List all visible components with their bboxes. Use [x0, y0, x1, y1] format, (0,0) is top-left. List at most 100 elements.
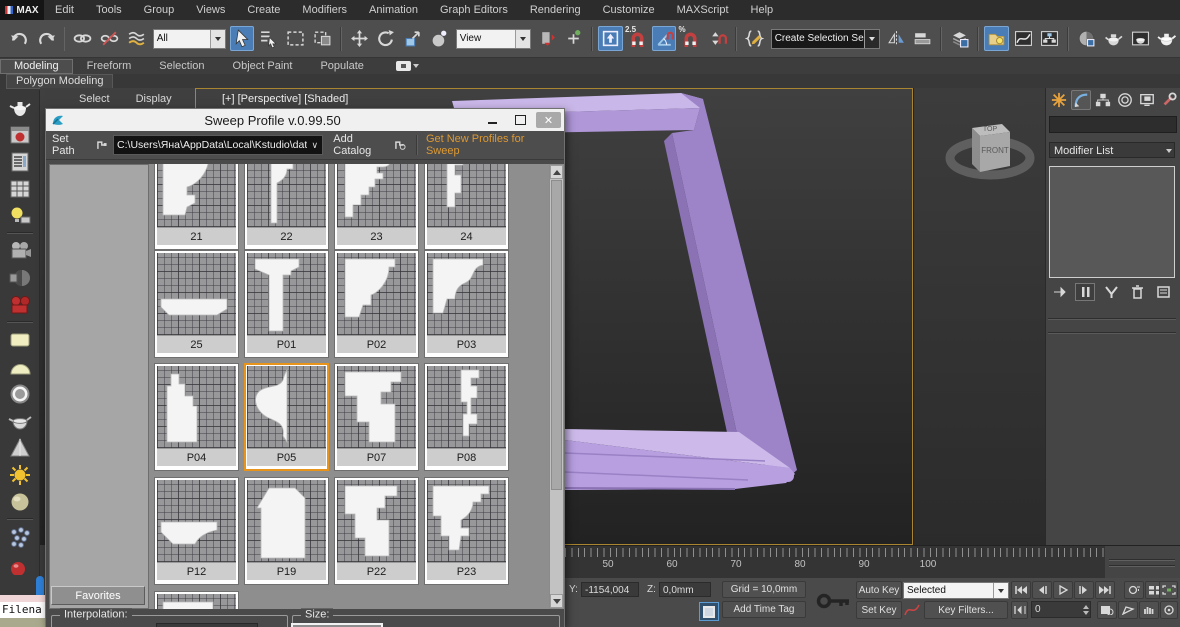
- percent-snap-icon[interactable]: %: [678, 26, 703, 51]
- pin-stack-icon[interactable]: [1049, 283, 1069, 301]
- bind-to-space-warp-icon[interactable]: [124, 26, 149, 51]
- snaps-toggle-icon[interactable]: 2.5: [625, 26, 650, 51]
- use-pivot-point-icon[interactable]: [535, 26, 560, 51]
- render-production-icon[interactable]: [1154, 26, 1179, 51]
- menu-create[interactable]: Create: [236, 0, 291, 20]
- sphere-shape-icon[interactable]: [5, 488, 35, 515]
- profile-cell-23[interactable]: 23: [334, 164, 419, 250]
- close-button[interactable]: ✕: [536, 112, 561, 128]
- show-end-result-icon[interactable]: [1075, 283, 1095, 301]
- profile-cell-p07[interactable]: P07: [334, 363, 419, 471]
- explorer-menu-display[interactable]: Display: [136, 93, 172, 105]
- hierarchy-panel-tab[interactable]: [1093, 90, 1113, 110]
- cone-shape-icon[interactable]: [5, 434, 35, 461]
- set-path-button[interactable]: Set Path: [46, 133, 113, 157]
- select-and-rotate-icon[interactable]: [373, 26, 398, 51]
- edit-named-selection-sets-icon[interactable]: [742, 26, 767, 51]
- menu-tools[interactable]: Tools: [85, 0, 133, 20]
- maxscript-listener-pink-line[interactable]: [0, 595, 45, 602]
- tab-polygon-modeling[interactable]: Polygon Modeling: [6, 74, 113, 89]
- profile-cell-24[interactable]: 24: [424, 164, 509, 250]
- timeline-ruler[interactable]: 5060708090100: [565, 545, 1105, 579]
- remove-modifier-icon[interactable]: [1127, 283, 1147, 301]
- maximize-viewport-toggle-icon[interactable]: [1159, 581, 1178, 599]
- orbit-icon[interactable]: [1160, 601, 1178, 619]
- menu-edit[interactable]: Edit: [44, 0, 85, 20]
- named-selection-sets-dropdown[interactable]: Create Selection Se: [771, 29, 880, 49]
- keyboard-shortcut-override-icon[interactable]: [598, 26, 623, 51]
- maximize-button[interactable]: [508, 112, 533, 128]
- next-frame-button[interactable]: [1074, 581, 1094, 599]
- spinner-snap-icon[interactable]: [705, 26, 730, 51]
- sun-icon[interactable]: [5, 461, 35, 488]
- make-unique-icon[interactable]: [1101, 283, 1121, 301]
- modifier-list-dropdown[interactable]: Modifier List: [1049, 142, 1175, 158]
- favorites-button[interactable]: Favorites: [51, 586, 145, 605]
- select-and-link-icon[interactable]: [70, 26, 95, 51]
- current-frame-field[interactable]: 0: [1031, 601, 1091, 618]
- path-dropdown-arrow[interactable]: ∨: [307, 140, 322, 151]
- menu-modifiers[interactable]: Modifiers: [291, 0, 358, 20]
- pan-hand-icon[interactable]: [1139, 601, 1159, 619]
- select-object-icon[interactable]: [230, 26, 255, 51]
- profile-cell-p22[interactable]: P22: [334, 477, 419, 585]
- dome-shape-icon[interactable]: [5, 353, 35, 380]
- profile-path-dropdown[interactable]: C:\Users\Яна\AppData\Local\Kstudio\dat ∨: [113, 135, 323, 155]
- camera-red-icon[interactable]: [5, 291, 35, 318]
- modify-panel-tab[interactable]: [1071, 90, 1091, 110]
- key-filters-button[interactable]: Key Filters...: [924, 601, 1008, 619]
- selection-set-dropdown[interactable]: Selected: [903, 582, 1009, 599]
- motion-panel-tab[interactable]: [1115, 90, 1135, 110]
- rendered-frame-window-icon[interactable]: [1128, 26, 1153, 51]
- minimize-button[interactable]: [480, 112, 505, 128]
- layer-manager-icon[interactable]: [947, 26, 972, 51]
- select-and-manipulate-icon[interactable]: [561, 26, 586, 51]
- mirror-icon[interactable]: [884, 26, 909, 51]
- menu-rendering[interactable]: Rendering: [519, 0, 592, 20]
- camera-icon[interactable]: [5, 237, 35, 264]
- select-and-move-icon[interactable]: [347, 26, 372, 51]
- teapot-icon[interactable]: [5, 94, 35, 121]
- redo-icon[interactable]: [34, 26, 59, 51]
- y-coordinate-field[interactable]: -1154,004: [581, 582, 639, 597]
- add-time-tag-button[interactable]: Add Time Tag: [722, 601, 806, 618]
- ribbon-tab-object-paint[interactable]: Object Paint: [219, 59, 307, 74]
- profile-cell-p02[interactable]: P02: [334, 250, 419, 358]
- object-name-field[interactable]: [1049, 116, 1177, 133]
- application-menu-button[interactable]: MAX: [0, 0, 44, 20]
- set-keys-button[interactable]: [815, 585, 853, 618]
- select-by-name-icon[interactable]: [256, 26, 281, 51]
- profile-cell-p04[interactable]: P04: [154, 363, 239, 471]
- viewport-label[interactable]: [+] [Perspective] [Shaded]: [222, 93, 348, 105]
- angle-snap-icon[interactable]: [652, 26, 677, 51]
- profile-cell-p05[interactable]: P05: [244, 363, 329, 471]
- go-to-end-button[interactable]: [1095, 581, 1115, 599]
- zoom-region-icon[interactable]: [1118, 601, 1138, 619]
- profile-cell[interactable]: [154, 591, 239, 609]
- undo-icon[interactable]: [7, 26, 32, 51]
- menu-animation[interactable]: Animation: [358, 0, 429, 20]
- profile-grid-scrollbar[interactable]: [549, 164, 564, 609]
- align-icon[interactable]: [910, 26, 935, 51]
- selection-filter-dropdown[interactable]: All: [153, 29, 226, 49]
- rectangle-shape-icon[interactable]: [5, 326, 35, 353]
- auto-key-button[interactable]: Auto Key: [856, 581, 902, 599]
- maxscript-listener-line[interactable]: Filena: [0, 602, 45, 618]
- curve-editor-icon[interactable]: [1011, 26, 1036, 51]
- material-window-icon[interactable]: [5, 121, 35, 148]
- frame-spinner[interactable]: [1083, 602, 1091, 617]
- profile-cell-21[interactable]: 21: [154, 164, 239, 250]
- go-to-start-button[interactable]: [1011, 581, 1031, 599]
- profile-cell-p19[interactable]: P19: [244, 477, 329, 585]
- grid-setting-display[interactable]: Grid = 10,0mm: [722, 581, 806, 598]
- create-panel-tab[interactable]: [1049, 90, 1069, 110]
- ribbon-tab-modeling[interactable]: Modeling: [0, 59, 73, 74]
- isolate-selection-toggle[interactable]: [699, 602, 719, 621]
- camera-dark-icon[interactable]: [5, 264, 35, 291]
- previous-frame-button[interactable]: [1032, 581, 1052, 599]
- dialog-title-bar[interactable]: Sweep Profile v.0.99.50 ✕: [46, 109, 564, 131]
- menu-maxscript[interactable]: MAXScript: [666, 0, 740, 20]
- unlink-selection-icon[interactable]: [97, 26, 122, 51]
- menu-views[interactable]: Views: [185, 0, 236, 20]
- modifier-stack[interactable]: [1049, 166, 1175, 278]
